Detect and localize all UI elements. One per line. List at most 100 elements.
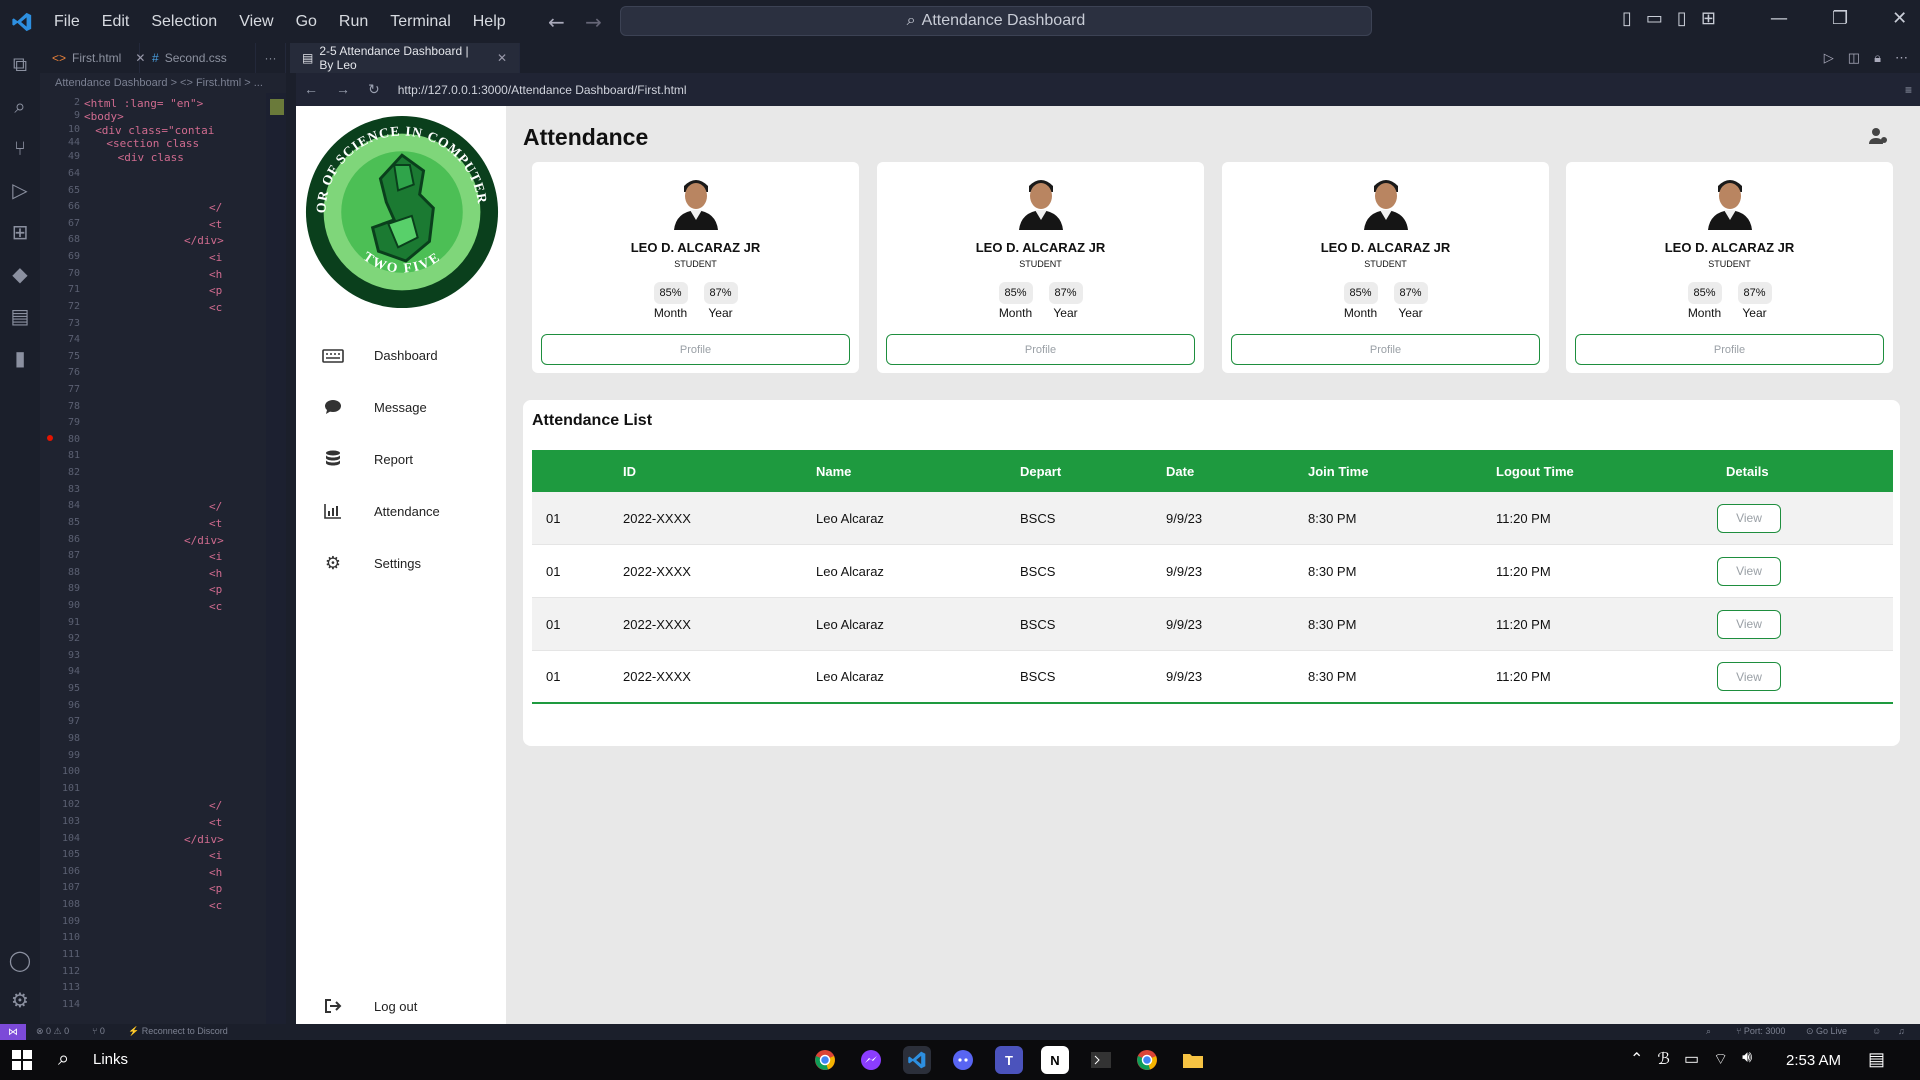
code-line: <i [209, 849, 223, 863]
ports-indicator[interactable]: ⑂ 0 [92, 1026, 105, 1036]
go-live-button[interactable]: ⊙ Go Live [1806, 1026, 1847, 1037]
browser-back-icon[interactable]: ← [304, 81, 318, 98]
sidebar-item-report[interactable]: Report [322, 446, 492, 472]
notifications-bell-icon[interactable]: ♫ [1898, 1026, 1905, 1036]
problems-indicator[interactable]: ⊗ 0 ⚠ 0 [36, 1026, 69, 1037]
port-indicator[interactable]: ⑂ Port: 3000 [1736, 1026, 1785, 1036]
command-center[interactable]: ⌕ Attendance Dashboard [620, 6, 1372, 36]
browser-toolbar: ← → ↻ http://127.0.0.1:3000/Attendance D… [296, 73, 1920, 106]
profile-button[interactable]: Profile [1575, 334, 1884, 365]
profile-button[interactable]: Profile [541, 334, 850, 365]
taskbar-search-label[interactable]: Links [93, 1051, 128, 1068]
sidebar-item-dashboard[interactable]: Dashboard [322, 342, 492, 368]
editor-divider[interactable] [286, 73, 296, 1024]
remote-explorer-icon[interactable]: ▤ [0, 295, 40, 337]
chrome-profile-icon[interactable] [1133, 1046, 1161, 1074]
table-cell: 9/9/23 [1166, 510, 1203, 526]
battery-icon[interactable]: ▭ [1684, 1049, 1699, 1069]
menu-go[interactable]: Go [285, 13, 328, 31]
forward-arrow-icon[interactable]: → [585, 10, 602, 34]
discord-status[interactable]: ⚡ Reconnect to Discord [128, 1026, 228, 1037]
messenger-icon[interactable] [857, 1046, 885, 1074]
wifi-icon[interactable]: ⌔ [1713, 1049, 1728, 1069]
tab-second-css[interactable]: # Second.css [140, 43, 256, 73]
view-button[interactable]: View [1717, 503, 1781, 533]
lock-icon[interactable]: 🔒︎ [1874, 50, 1881, 66]
view-button[interactable]: View [1717, 609, 1781, 639]
source-control-icon[interactable]: ⑂ [0, 127, 40, 169]
clock[interactable]: 2:53 AM [1786, 1052, 1841, 1069]
code-line: </div> [184, 832, 224, 846]
customize-layout-icon[interactable]: ⊞ [1701, 8, 1716, 29]
tray-chevron-up-icon[interactable]: ⌃ [1630, 1049, 1643, 1069]
menu-edit[interactable]: Edit [91, 13, 141, 31]
manage-gear-icon[interactable]: ⚙ [0, 979, 40, 1021]
close-tab-icon[interactable]: ✕ [497, 51, 507, 65]
minimap[interactable] [266, 93, 286, 1024]
notebook-icon[interactable]: ▮ [0, 337, 40, 379]
discord-icon[interactable] [949, 1046, 977, 1074]
tab-overflow-button[interactable]: ··· [256, 43, 286, 73]
sidebar-item-settings[interactable]: ⚙ Settings [322, 550, 492, 576]
teams-icon[interactable]: T [995, 1046, 1023, 1074]
python-icon[interactable]: ◆ [0, 253, 40, 295]
tab-first-html[interactable]: <> First.html ✕ [40, 43, 145, 73]
profile-button[interactable]: Profile [886, 334, 1195, 365]
menu-terminal[interactable]: Terminal [379, 13, 461, 31]
chrome-icon[interactable] [811, 1046, 839, 1074]
table-cell: BSCS [1020, 616, 1056, 632]
remote-icon[interactable]: ⋈ [0, 1024, 26, 1040]
split-editor-icon[interactable]: ◫ [1848, 50, 1860, 66]
reload-icon[interactable]: ↻ [368, 81, 380, 98]
browser-menu-icon[interactable]: ≡ [1905, 83, 1912, 97]
taskbar-search-icon[interactable]: ⌕ [58, 1048, 69, 1071]
menu-run[interactable]: Run [328, 13, 379, 31]
sidebar-item-attendance[interactable]: Attendance [322, 498, 492, 524]
volume-icon[interactable]: 🔊︎ [1742, 1049, 1752, 1069]
explorer-icon[interactable]: ⧉ [0, 43, 40, 85]
run-icon[interactable]: ▷ [1824, 50, 1834, 66]
restore-icon[interactable]: ❐ [1832, 8, 1848, 29]
toggle-secondary-sidebar-icon[interactable]: ▯ [1677, 8, 1687, 29]
run-debug-icon[interactable]: ▷ [0, 169, 40, 211]
vscode-logo-icon[interactable] [0, 0, 43, 43]
code-line: <p [209, 284, 223, 298]
zoom-icon[interactable]: ⌕ [1706, 1026, 1711, 1037]
toggle-panel-icon[interactable]: ▭ [1646, 8, 1663, 29]
account-icon[interactable]: ◯ [0, 939, 40, 981]
view-button[interactable]: View [1717, 556, 1781, 586]
logout-button[interactable]: Log out [322, 993, 492, 1019]
table-row: 01 2022-XXXX Leo Alcaraz BSCS 9/9/23 8:30 PM 1… [532, 545, 1893, 598]
notification-center-icon[interactable]: ▤ [1868, 1049, 1885, 1070]
vscode-taskbar-icon[interactable] [903, 1046, 931, 1074]
extensions-icon[interactable]: ⊞ [0, 211, 40, 253]
browser-forward-icon[interactable]: → [336, 81, 350, 98]
breakpoint-dot-icon[interactable] [47, 435, 53, 441]
line-number: 96 [67, 699, 80, 711]
profile-button[interactable]: Profile [1231, 334, 1540, 365]
menu-view[interactable]: View [228, 13, 284, 31]
menu-help[interactable]: Help [462, 13, 517, 31]
code-editor[interactable]: Attendance Dashboard > <> First.html > .… [40, 73, 286, 1024]
menu-selection[interactable]: Selection [140, 13, 228, 31]
menu-file[interactable]: File [43, 13, 91, 31]
search-view-icon[interactable]: ⌕ [0, 85, 40, 127]
sidebar-item-label: Message [374, 399, 427, 415]
start-windows-icon[interactable] [12, 1050, 32, 1075]
view-button[interactable]: View [1717, 662, 1781, 691]
user-settings-icon[interactable] [1868, 126, 1888, 146]
back-arrow-icon[interactable]: ← [548, 10, 565, 34]
toggle-sidebar-icon[interactable]: ▯ [1622, 8, 1632, 29]
sidebar-item-message[interactable]: Message [322, 394, 492, 420]
feedback-icon[interactable]: ☺ [1872, 1026, 1881, 1036]
close-window-icon[interactable]: ✕ [1892, 8, 1907, 29]
notion-icon[interactable]: N [1041, 1046, 1069, 1074]
minimize-icon[interactable]: — [1770, 8, 1788, 29]
more-actions-icon[interactable]: ⋯ [1895, 50, 1908, 66]
tab-preview[interactable]: ▤ 2-5 Attendance Dashboard | By Leo ✕ [290, 43, 520, 73]
file-explorer-icon[interactable] [1179, 1046, 1207, 1074]
student-avatar [1708, 180, 1752, 230]
terminal-icon[interactable] [1087, 1046, 1115, 1074]
tray-app-icon[interactable]: ℬ [1657, 1049, 1670, 1069]
url-field[interactable]: http://127.0.0.1:3000/Attendance Dashboa… [398, 83, 687, 97]
